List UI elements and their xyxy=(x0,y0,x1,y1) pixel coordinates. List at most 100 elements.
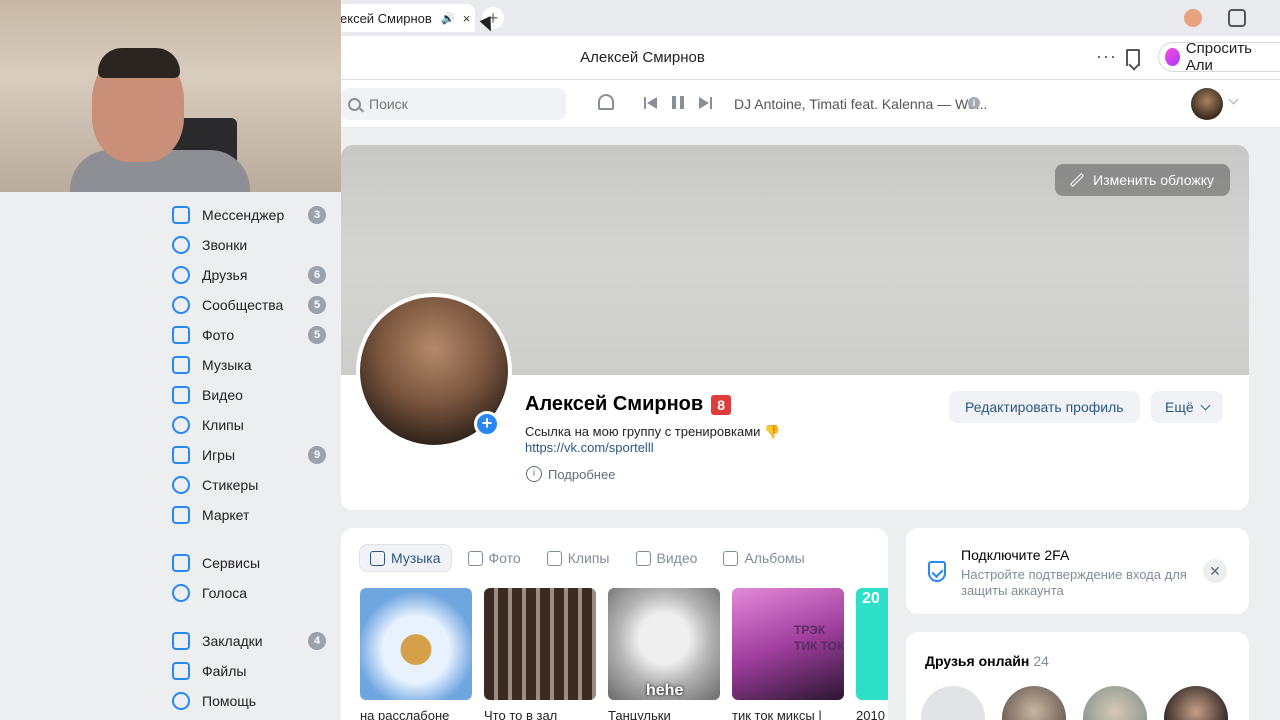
more-info-label: Подробнее xyxy=(548,466,616,482)
next-track-icon[interactable] xyxy=(698,96,712,109)
friends-online-title[interactable]: Друзья онлайн 24 xyxy=(925,653,1049,669)
games-icon xyxy=(172,446,190,464)
sidebar-item-stickers[interactable]: Стикеры xyxy=(172,470,332,500)
edit-profile-button[interactable]: Редактировать профиль xyxy=(949,391,1140,423)
photo-icon xyxy=(467,550,483,566)
previous-track-icon[interactable] xyxy=(644,96,658,109)
twofa-title[interactable]: Подключите 2FA xyxy=(961,547,1069,563)
cover-overlay-text: ТРЭК ТИК ТОК xyxy=(794,623,844,653)
playlist-title[interactable]: на расслабоне xyxy=(360,708,472,720)
playlist-cover[interactable]: ТРЭК ТИК ТОК xyxy=(732,588,844,700)
speaker-icon[interactable]: 🔊 xyxy=(441,12,455,25)
change-cover-label: Изменить обложку xyxy=(1093,172,1214,188)
twofa-banner: Подключите 2FA Настройте подтверждение в… xyxy=(906,528,1249,614)
chevron-down-icon xyxy=(1200,400,1211,410)
avatar[interactable] xyxy=(1083,686,1147,720)
browser-tab[interactable]: ексей Смирнов 🔊 × xyxy=(330,4,475,32)
search-box[interactable] xyxy=(340,88,566,120)
sidebar-item-label: Музыка xyxy=(202,357,252,373)
sidebar-item-photo[interactable]: Фото 5 xyxy=(172,320,332,350)
sidebar-item-market[interactable]: Маркет xyxy=(172,500,332,530)
tab-label: Видео xyxy=(656,550,698,566)
add-photo-button[interactable]: + xyxy=(474,411,500,437)
downloads-icon[interactable] xyxy=(1228,9,1246,27)
now-playing-track[interactable]: DJ Antoine, Timati feat. Kalenna — We... xyxy=(734,96,987,112)
more-info-link[interactable]: i Подробнее xyxy=(526,466,615,482)
profile-link[interactable]: https://vk.com/sportelll xyxy=(525,440,654,455)
sidebar-item-bookmarks[interactable]: Закладки 4 xyxy=(172,626,332,656)
playlist-cover[interactable]: hehe xyxy=(608,588,720,700)
clips-icon xyxy=(546,550,562,566)
more-menu-icon[interactable]: ··· xyxy=(1096,46,1117,67)
playlist-cover[interactable] xyxy=(360,588,472,700)
search-input[interactable] xyxy=(369,96,549,112)
sidebar-item-clips[interactable]: Клипы xyxy=(172,410,332,440)
audio-player-controls xyxy=(644,96,712,109)
notifications-bell-icon[interactable] xyxy=(598,94,614,110)
playlist-title[interactable]: тик ток миксы | xyxy=(732,708,844,720)
count-badge: 3 xyxy=(308,206,326,224)
sidebar-item-messenger[interactable]: Мессенджер 3 xyxy=(172,200,332,230)
playlist-cover[interactable]: 20 xyxy=(856,588,888,700)
tab-music[interactable]: Музыка xyxy=(359,544,452,572)
header-avatar[interactable] xyxy=(1191,88,1223,120)
sidebar-item-label: Сервисы xyxy=(202,555,261,571)
chevron-down-icon[interactable] xyxy=(1228,94,1239,105)
sidebar-item-label: Клипы xyxy=(202,417,244,433)
sidebar-item-files[interactable]: Файлы xyxy=(172,656,332,686)
count-badge: 6 xyxy=(308,266,326,284)
media-card: Музыка Фото Клипы Видео Альбомы hehe ТРЭ… xyxy=(341,528,888,720)
playlist-cover[interactable] xyxy=(484,588,596,700)
avatar[interactable] xyxy=(1002,686,1066,720)
sidebar-item-help[interactable]: Помощь xyxy=(172,686,332,716)
sidebar-item-label: Сообщества xyxy=(202,297,284,313)
playlist-title[interactable]: 2010 | xyxy=(856,708,888,720)
pause-icon[interactable] xyxy=(672,96,684,109)
tab-albums[interactable]: Альбомы xyxy=(713,544,814,572)
more-button-label: Ещё xyxy=(1165,399,1194,415)
sidebar-item-calls[interactable]: Звонки xyxy=(172,230,332,260)
sidebar-item-communities[interactable]: Сообщества 5 xyxy=(172,290,332,320)
sidebar-item-video[interactable]: Видео xyxy=(172,380,332,410)
more-button[interactable]: Ещё xyxy=(1151,391,1223,423)
market-icon xyxy=(172,506,190,524)
sidebar-item-label: Звонки xyxy=(202,237,248,253)
sidebar-divider xyxy=(172,608,332,626)
tab-label: Музыка xyxy=(391,550,441,566)
avatar[interactable] xyxy=(921,686,985,720)
sidebar-item-label: Игры xyxy=(202,447,236,463)
profile-status[interactable]: Ссылка на мою группу с тренировками 👎 xyxy=(525,424,780,440)
sidebar-item-music[interactable]: Музыка xyxy=(172,350,332,380)
tab-label: Альбомы xyxy=(744,550,805,566)
tab-title: ексей Смирнов xyxy=(340,10,432,26)
playlist-title[interactable]: Танцульки xyxy=(608,708,720,720)
extension-icon[interactable] xyxy=(1184,9,1202,27)
sidebar-item-votes[interactable]: Голоса xyxy=(172,578,332,608)
browser-extensions xyxy=(1184,9,1246,27)
avatar[interactable] xyxy=(1164,686,1228,720)
video-icon xyxy=(172,386,190,404)
info-icon[interactable]: i xyxy=(968,97,980,109)
friends-online-card: Друзья онлайн 24 xyxy=(906,632,1249,720)
playlist-title[interactable]: Что то в зал xyxy=(484,708,596,720)
change-cover-button[interactable]: Изменить обложку xyxy=(1055,164,1230,196)
sidebar-item-games[interactable]: Игры 9 xyxy=(172,440,332,470)
music-icon xyxy=(370,550,385,566)
tab-photo[interactable]: Фото xyxy=(458,544,531,572)
emoji-status-icon[interactable]: 8 xyxy=(711,394,732,415)
tab-clips[interactable]: Клипы xyxy=(537,544,620,572)
tab-label: Клипы xyxy=(567,550,610,566)
tab-close-button[interactable]: × xyxy=(463,11,471,26)
sidebar-item-friends[interactable]: Друзья 6 xyxy=(172,260,332,290)
music-icon xyxy=(172,356,190,374)
webcam-person-hair xyxy=(98,48,180,78)
shield-icon xyxy=(928,561,946,582)
clips-icon xyxy=(172,416,190,434)
sidebar-item-services[interactable]: Сервисы xyxy=(172,548,332,578)
video-icon xyxy=(635,550,651,566)
tab-label: Фото xyxy=(488,550,521,566)
bookmark-icon[interactable] xyxy=(1126,49,1140,66)
tab-video[interactable]: Видео xyxy=(626,544,708,572)
ask-alice-button[interactable]: Спросить Али xyxy=(1158,40,1280,74)
close-icon[interactable]: ✕ xyxy=(1203,559,1227,583)
